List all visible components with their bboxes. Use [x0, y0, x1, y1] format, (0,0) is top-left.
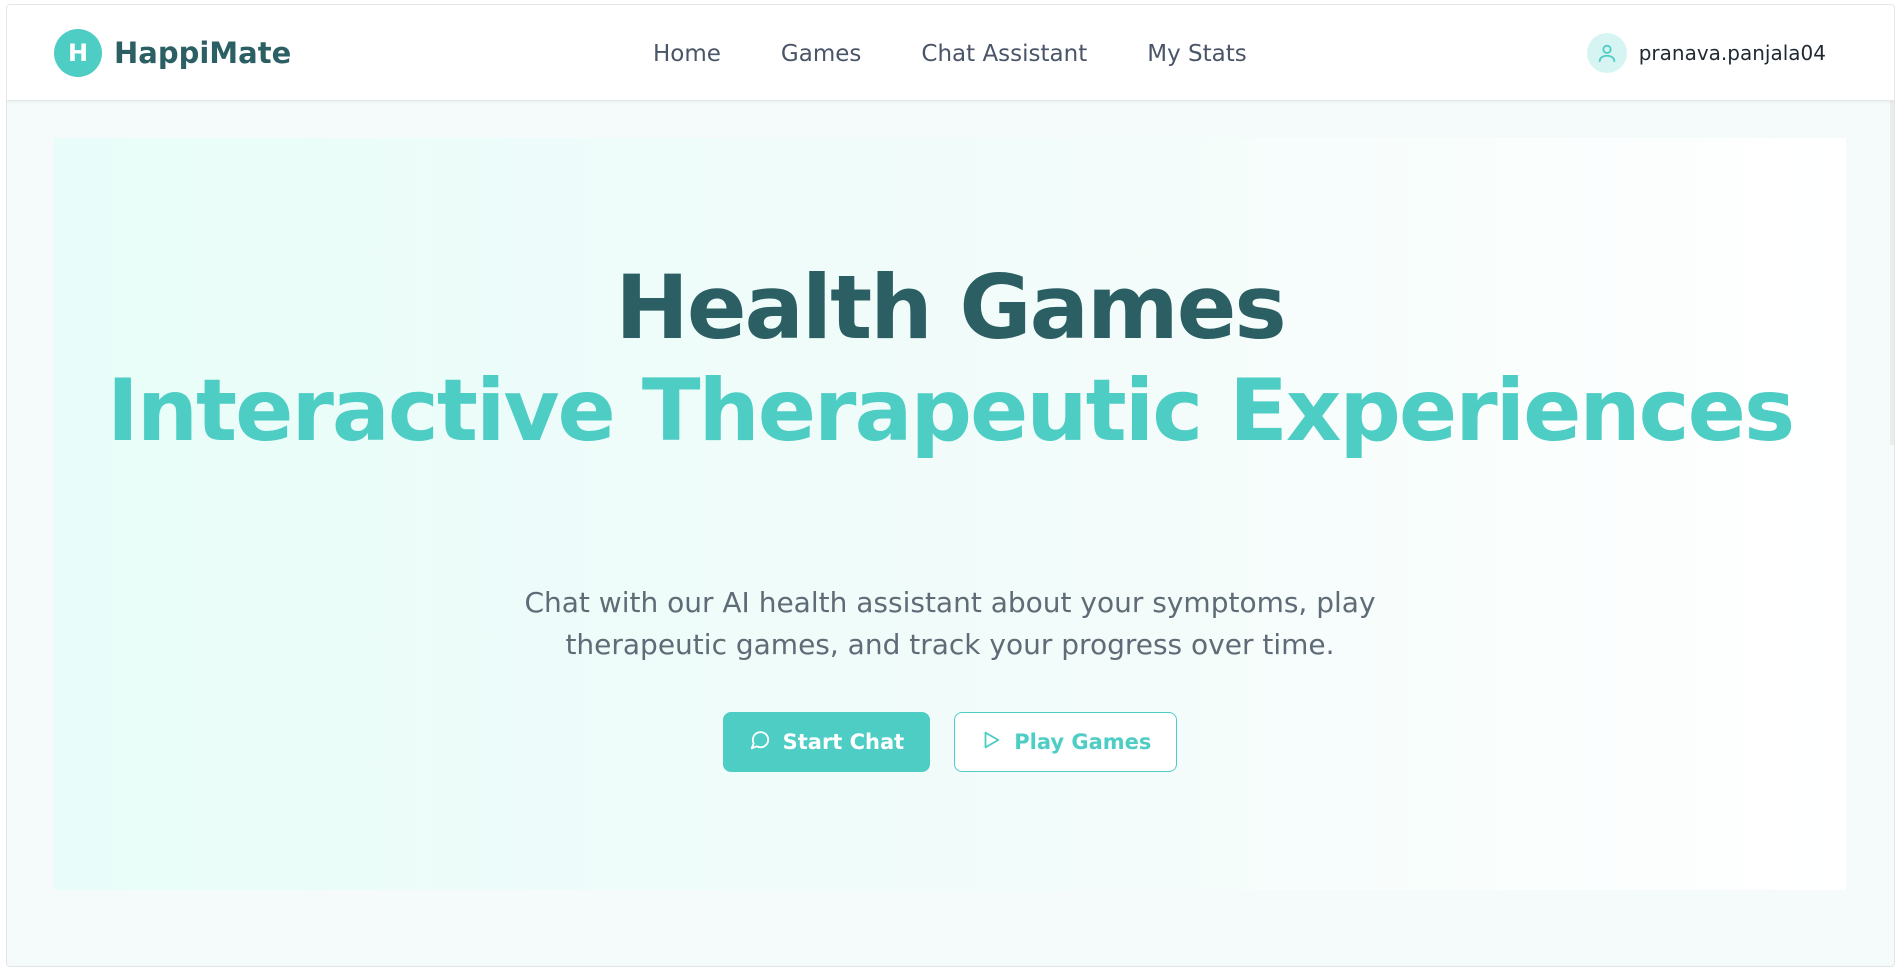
- nav-item-my-stats[interactable]: My Stats: [1147, 41, 1246, 67]
- hero-actions: Start Chat Play Games: [54, 712, 1846, 772]
- brand-name[interactable]: HappiMate: [114, 36, 291, 70]
- play-icon: [980, 729, 1002, 756]
- chat-bubble-icon: [749, 729, 771, 756]
- hero-section: Health Games Interactive Therapeutic Exp…: [54, 138, 1846, 890]
- username[interactable]: pranava.panjala04: [1639, 41, 1826, 65]
- hero-subtitle: Interactive Therapeutic Experiences: [106, 361, 1795, 461]
- user-icon[interactable]: [1586, 33, 1627, 73]
- start-chat-button[interactable]: Start Chat: [722, 712, 931, 772]
- nav-item-chat-assistant[interactable]: Chat Assistant: [921, 41, 1087, 67]
- main-nav: Home Games Chat Assistant My Stats: [653, 41, 1247, 67]
- play-games-label: Play Games: [1014, 730, 1152, 754]
- top-navigation-bar: H HappiMate Home Games Chat Assistant My…: [7, 5, 1894, 101]
- browser-window: H HappiMate Home Games Chat Assistant My…: [6, 4, 1895, 967]
- start-chat-label: Start Chat: [782, 730, 905, 754]
- brand[interactable]: H HappiMate: [54, 29, 291, 77]
- user-menu[interactable]: pranava.panjala04: [1586, 33, 1826, 73]
- nav-item-home[interactable]: Home: [653, 41, 721, 67]
- brand-logo-icon[interactable]: H: [54, 29, 102, 77]
- hero-description: Chat with our AI health assistant about …: [524, 586, 1376, 661]
- nav-item-games[interactable]: Games: [781, 41, 861, 67]
- play-games-button[interactable]: Play Games: [954, 712, 1178, 772]
- hero-title: Health Games: [615, 256, 1287, 359]
